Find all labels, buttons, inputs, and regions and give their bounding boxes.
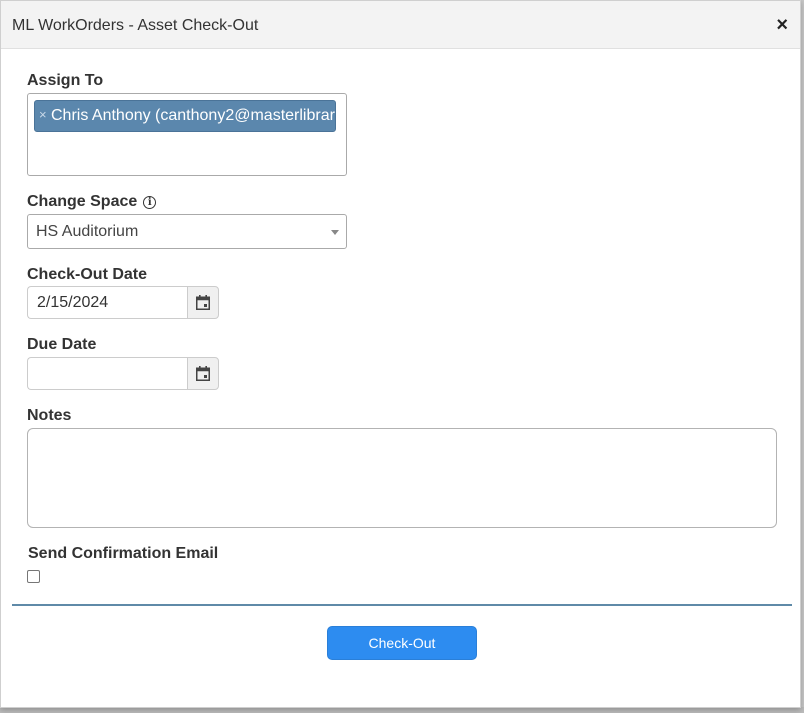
check-out-date-group: 2/15/2024: [27, 286, 219, 319]
check-out-button[interactable]: Check-Out: [327, 626, 477, 660]
assign-to-label: Assign To: [27, 72, 104, 89]
calendar-icon: [196, 295, 210, 310]
check-out-date-picker-button[interactable]: [187, 286, 219, 319]
check-out-date-label: Check-Out Date: [27, 266, 148, 283]
notes-label: Notes: [27, 407, 72, 424]
send-confirmation-checkbox[interactable]: [27, 570, 40, 583]
footer-divider: [12, 604, 792, 606]
calendar-icon: [196, 366, 210, 381]
dialog-titlebar: ML WorkOrders - Asset Check-Out ×: [1, 1, 800, 49]
check-out-date-input[interactable]: 2/15/2024: [27, 286, 187, 319]
change-space-value: HS Auditorium: [36, 223, 139, 240]
notes-textarea[interactable]: [27, 428, 777, 528]
assigned-user-tag: × Chris Anthony (canthony2@masterlibrary: [34, 100, 336, 132]
send-confirmation-label: Send Confirmation Email: [28, 545, 219, 562]
change-space-select[interactable]: HS Auditorium: [27, 214, 347, 249]
due-date-picker-button[interactable]: [187, 357, 219, 390]
remove-tag-icon[interactable]: ×: [39, 107, 47, 122]
dialog-title: ML WorkOrders - Asset Check-Out: [12, 17, 259, 34]
due-date-group: [27, 357, 219, 390]
due-date-input[interactable]: [27, 357, 187, 390]
change-space-label: Change Space i: [27, 193, 157, 211]
chevron-down-icon: [331, 230, 339, 235]
change-space-label-text: Change Space: [27, 193, 138, 210]
due-date-label: Due Date: [27, 336, 97, 353]
assigned-user-name: Chris Anthony (canthony2@masterlibrary: [51, 107, 336, 124]
close-icon[interactable]: ×: [776, 15, 788, 35]
asset-check-out-dialog: ML WorkOrders - Asset Check-Out × Assign…: [0, 0, 801, 708]
info-icon[interactable]: i: [143, 196, 157, 209]
assign-to-multiselect[interactable]: × Chris Anthony (canthony2@masterlibrary: [27, 93, 347, 176]
